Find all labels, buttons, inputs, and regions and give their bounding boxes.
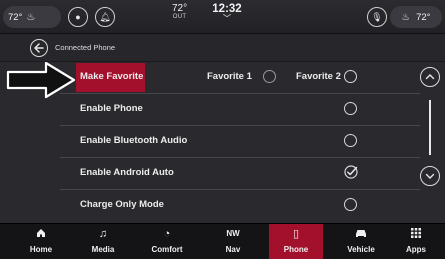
favorite-1-radio[interactable] — [263, 70, 276, 83]
list-item-charge-only-mode[interactable]: Charge Only Mode — [60, 190, 420, 222]
enable-android-auto-label: Enable Android Auto — [80, 167, 174, 178]
driver-temp: 72° — [8, 11, 23, 23]
music-note-icon: ♫ — [98, 228, 108, 240]
apps-grid-icon — [387, 228, 445, 241]
scroll-down-button[interactable] — [420, 166, 440, 186]
enable-phone-label: Enable Phone — [80, 103, 143, 114]
nav-home-label: Home — [29, 245, 53, 254]
scrollbar[interactable] — [429, 100, 431, 155]
nav-apps[interactable]: Apps — [387, 224, 445, 259]
comfort-dial-icon: ◔ — [163, 228, 171, 240]
driver-profile-button[interactable]: ● — [68, 7, 88, 27]
nav-media[interactable]: ♫ Media — [74, 224, 132, 259]
nav-phone-label: Phone — [283, 245, 309, 254]
outside-temp-value: 72° — [172, 3, 188, 14]
pointer-arrow-icon — [6, 62, 76, 99]
list-item-enable-bluetooth-audio[interactable]: Enable Bluetooth Audio — [60, 126, 420, 158]
enable-phone-radio[interactable] — [344, 102, 357, 115]
phone-icon: ▯ — [292, 228, 300, 240]
compass-icon: NW — [226, 229, 240, 238]
list-item-enable-phone[interactable]: Enable Phone — [60, 94, 420, 126]
enable-bluetooth-audio-radio[interactable] — [344, 134, 357, 147]
scroll-up-button[interactable] — [420, 67, 440, 87]
chevron-down-icon — [425, 173, 435, 179]
phone-settings-screen: 72° ♨ ● 🔔︎ 72° OUT 12:32 ﹀ 🎙︎ ♨ 72° Conn… — [0, 0, 445, 259]
driver-climate-status[interactable]: 72° ♨ — [3, 6, 61, 28]
nav-apps-label: Apps — [406, 245, 426, 254]
bell-icon: 🔔︎ — [99, 11, 111, 22]
nav-nav-label: Nav — [225, 245, 241, 254]
chevron-down-icon: ﹀ — [223, 14, 231, 23]
nav-vehicle-label: Vehicle — [347, 245, 375, 254]
enable-bluetooth-audio-label: Enable Bluetooth Audio — [80, 135, 188, 146]
favorite-2-radio[interactable] — [344, 70, 357, 83]
nav-phone[interactable]: ▯ Phone — [269, 224, 323, 259]
outside-temp-label: OUT — [172, 14, 187, 20]
notifications-button[interactable]: 🔔︎ — [95, 7, 115, 27]
passenger-climate-status[interactable]: ♨ 72° — [390, 6, 442, 28]
make-favorite-label: Make Favorite — [80, 71, 144, 82]
heated-seat-icon: ♨ — [26, 11, 36, 23]
chevron-up-icon — [425, 74, 435, 80]
favorite-2-label: Favorite 2 — [296, 71, 341, 82]
status-bar: 72° ♨ ● 🔔︎ 72° OUT 12:32 ﹀ 🎙︎ ♨ 72° — [0, 0, 445, 34]
outside-temperature: 72° OUT — [172, 4, 187, 22]
passenger-seat-icon: ♨ — [401, 11, 411, 23]
charge-only-mode-radio[interactable] — [344, 198, 357, 211]
car-icon — [332, 228, 390, 241]
microphone-icon: 🎙︎ — [371, 11, 383, 22]
list-item-make-favorite: Make Favorite Favorite 1 Favorite 2 — [60, 62, 420, 94]
nav-vehicle[interactable]: Vehicle — [332, 224, 390, 259]
checkmark-icon[interactable] — [344, 165, 358, 179]
back-arrow-icon — [34, 43, 44, 53]
nav-nav[interactable]: NW Nav — [204, 224, 262, 259]
favorite-1-label: Favorite 1 — [207, 71, 252, 82]
passenger-temp: 72° — [416, 11, 431, 23]
back-button[interactable] — [30, 39, 48, 57]
person-icon: ● — [75, 12, 81, 22]
breadcrumb: Connected Phone — [55, 43, 116, 52]
voice-command-button[interactable]: 🎙︎ — [367, 7, 387, 27]
charge-only-mode-label: Charge Only Mode — [80, 199, 164, 210]
clock[interactable]: 12:32 ﹀ — [207, 3, 247, 23]
nav-comfort[interactable]: ◔ Comfort — [138, 224, 196, 259]
breadcrumb-bar: Connected Phone — [0, 34, 445, 62]
list-item-enable-android-auto[interactable]: Enable Android Auto — [60, 158, 420, 190]
nav-home[interactable]: Home — [12, 224, 70, 259]
nav-comfort-label: Comfort — [151, 245, 183, 254]
bottom-nav: Home ♫ Media ◔ Comfort NW Nav ▯ Phone Ve… — [0, 223, 445, 259]
home-icon — [12, 228, 70, 241]
nav-media-label: Media — [91, 245, 115, 254]
